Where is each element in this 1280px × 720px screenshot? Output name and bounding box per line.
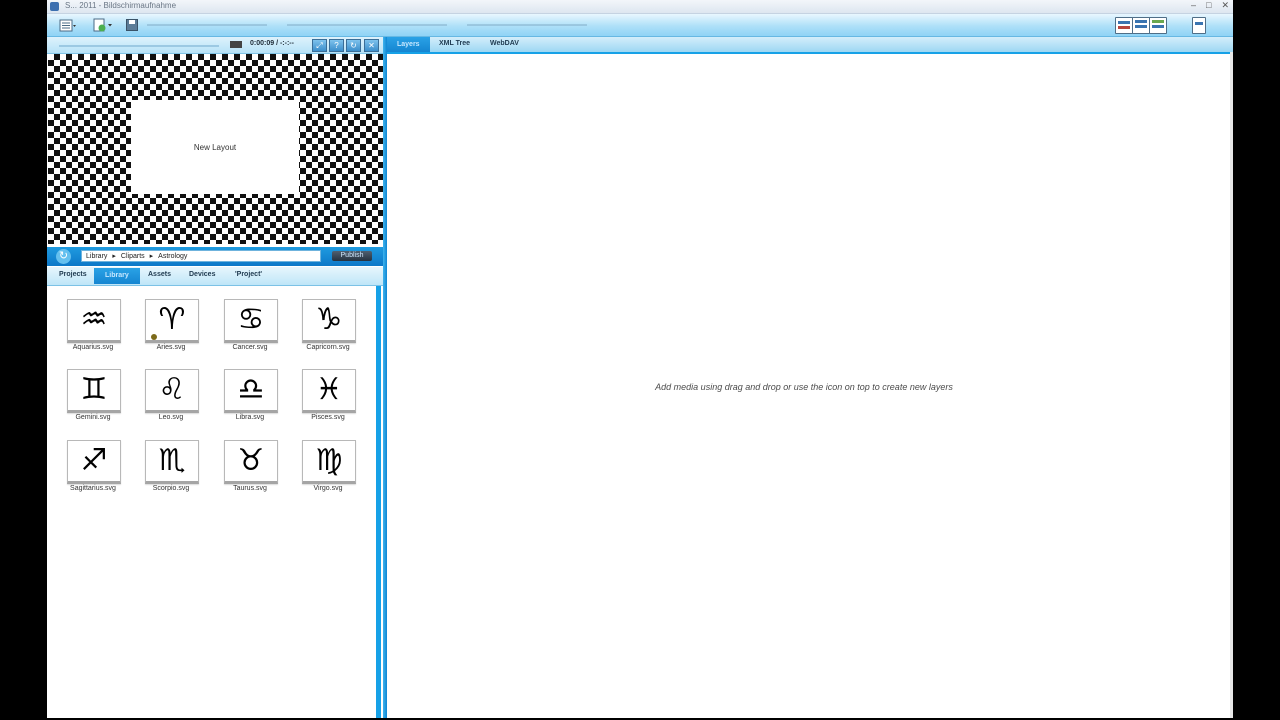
library-item-label: Virgo.svg bbox=[313, 485, 343, 492]
right-scrollbar[interactable] bbox=[1230, 52, 1233, 718]
main-toolbar bbox=[47, 14, 1233, 37]
tab-webdav[interactable]: WebDAV bbox=[490, 40, 519, 47]
chevron-right-icon: ▸ bbox=[112, 253, 116, 260]
library-item-label: Aries.svg bbox=[156, 344, 186, 351]
library-item-gemini[interactable]: ♊ Gemini.svg bbox=[62, 369, 122, 427]
tab-library[interactable]: Library bbox=[94, 268, 140, 284]
layout-canvas[interactable]: New Layout bbox=[131, 100, 299, 194]
refresh-preview-button[interactable]: ↻ bbox=[346, 39, 361, 52]
tab-assets[interactable]: Assets bbox=[148, 271, 171, 278]
sagittarius-icon: ♐ bbox=[67, 440, 121, 484]
menu-icon[interactable] bbox=[57, 17, 79, 33]
tab-projects[interactable]: Projects bbox=[59, 271, 87, 278]
playback-time: 0:00:09 / -:-:-- bbox=[250, 40, 294, 47]
layers-panel[interactable]: Add media using drag and drop or use the… bbox=[387, 54, 1231, 718]
library-grid: ♒ Aquarius.svg ♈ Aries.svg ♋ Cancer.svg ♑ Ca… bbox=[47, 286, 377, 718]
application-window: S... 2011 - Bildschirmaufnahme – □ ✕ 0:0… bbox=[47, 0, 1233, 718]
empty-layers-hint: Add media using drag and drop or use the… bbox=[655, 382, 953, 392]
canvas-label: New Layout bbox=[193, 142, 237, 152]
library-item-scorpio[interactable]: ♏ Scorpio.svg bbox=[140, 440, 200, 498]
libra-icon: ♎ bbox=[224, 369, 278, 413]
view-grid-icon[interactable] bbox=[1149, 17, 1167, 34]
tab-devices[interactable]: Devices bbox=[189, 271, 215, 278]
refresh-icon[interactable]: ↻ bbox=[56, 249, 71, 264]
library-item-leo[interactable]: ♌ Leo.svg bbox=[140, 369, 200, 427]
close-window-button[interactable]: ✕ bbox=[1221, 0, 1229, 11]
pisces-icon: ♓ bbox=[302, 369, 356, 413]
help-button[interactable]: ? bbox=[329, 39, 344, 52]
preview-canvas[interactable]: New Layout bbox=[48, 54, 383, 244]
library-path-bar: ↻ Library ▸ Cliparts ▸ Astrology Publish bbox=[47, 247, 383, 266]
breadcrumb-item-library[interactable]: Library bbox=[86, 253, 107, 260]
window-controls: – □ ✕ bbox=[1191, 0, 1229, 11]
library-item-label: Cancer.svg bbox=[232, 344, 268, 351]
view-single-icon[interactable] bbox=[1115, 17, 1133, 34]
library-item-label: Leo.svg bbox=[158, 414, 184, 421]
library-item-label: Sagittarius.svg bbox=[70, 485, 116, 492]
library-item-label: Capricorn.svg bbox=[306, 344, 350, 351]
breadcrumb-item-astrology[interactable]: Astrology bbox=[158, 253, 187, 260]
title-bar: S... 2011 - Bildschirmaufnahme – □ ✕ bbox=[47, 0, 1233, 14]
capricorn-icon: ♑ bbox=[302, 299, 356, 343]
tab-project[interactable]: 'Project' bbox=[235, 271, 262, 278]
minimize-button[interactable]: – bbox=[1191, 0, 1196, 11]
publish-button[interactable]: Publish bbox=[332, 251, 372, 261]
breadcrumb[interactable]: Library ▸ Cliparts ▸ Astrology bbox=[81, 250, 321, 262]
library-item-libra[interactable]: ♎ Libra.svg bbox=[219, 369, 279, 427]
device-icon[interactable] bbox=[1192, 17, 1206, 34]
close-preview-button[interactable]: ✕ bbox=[364, 39, 379, 52]
timeline-scrubber[interactable] bbox=[59, 45, 219, 47]
library-item-aries[interactable]: ♈ Aries.svg bbox=[140, 299, 200, 357]
toolbar-disabled-controls bbox=[467, 24, 587, 26]
library-item-pisces[interactable]: ♓ Pisces.svg bbox=[297, 369, 357, 427]
stop-button[interactable] bbox=[230, 41, 242, 48]
maximize-button[interactable]: □ bbox=[1206, 0, 1211, 11]
new-layer-icon[interactable] bbox=[91, 17, 115, 33]
library-item-virgo[interactable]: ♍ Virgo.svg bbox=[297, 440, 357, 498]
toolbar-disabled-controls bbox=[147, 24, 267, 26]
fullscreen-button[interactable]: ⤢ bbox=[312, 39, 327, 52]
breadcrumb-item-cliparts[interactable]: Cliparts bbox=[121, 253, 145, 260]
chevron-right-icon: ▸ bbox=[149, 253, 154, 260]
library-item-cancer[interactable]: ♋ Cancer.svg bbox=[219, 299, 279, 357]
tab-xml-tree[interactable]: XML Tree bbox=[439, 40, 470, 47]
preview-toolbar: 0:00:09 / -:-:-- ⤢ ? ↻ ✕ bbox=[47, 37, 383, 54]
virgo-icon: ♍ bbox=[302, 440, 356, 484]
mouse-cursor-icon bbox=[151, 334, 157, 340]
view-split-icon[interactable] bbox=[1132, 17, 1150, 34]
library-item-label: Scorpio.svg bbox=[152, 485, 190, 492]
toolbar-disabled-controls bbox=[287, 24, 447, 26]
library-item-sagittarius[interactable]: ♐ Sagittarius.svg bbox=[62, 440, 122, 498]
library-item-label: Pisces.svg bbox=[311, 414, 345, 421]
library-item-label: Taurus.svg bbox=[233, 485, 267, 492]
library-tabs: Projects Library Assets Devices 'Project… bbox=[47, 267, 383, 286]
window-title: S... 2011 - Bildschirmaufnahme bbox=[65, 1, 177, 10]
taurus-icon: ♉ bbox=[224, 440, 278, 484]
library-item-aquarius[interactable]: ♒ Aquarius.svg bbox=[62, 299, 122, 357]
scorpio-icon: ♏ bbox=[145, 440, 199, 484]
library-item-label: Aquarius.svg bbox=[72, 344, 114, 351]
cancer-icon: ♋ bbox=[224, 299, 278, 343]
leo-icon: ♌ bbox=[145, 369, 199, 413]
tab-layers[interactable]: Layers bbox=[387, 37, 430, 52]
gemini-icon: ♊ bbox=[67, 369, 121, 413]
library-item-taurus[interactable]: ♉ Taurus.svg bbox=[219, 440, 279, 498]
right-panel-tabs: Layers XML Tree WebDAV bbox=[387, 37, 1233, 54]
aquarius-icon: ♒ bbox=[67, 299, 121, 343]
library-item-label: Libra.svg bbox=[235, 414, 265, 421]
library-item-label: Gemini.svg bbox=[75, 414, 111, 421]
library-scrollbar[interactable] bbox=[376, 286, 381, 718]
app-logo-icon bbox=[50, 2, 59, 11]
library-item-capricorn[interactable]: ♑ Capricorn.svg bbox=[297, 299, 357, 357]
save-icon[interactable] bbox=[125, 17, 139, 33]
